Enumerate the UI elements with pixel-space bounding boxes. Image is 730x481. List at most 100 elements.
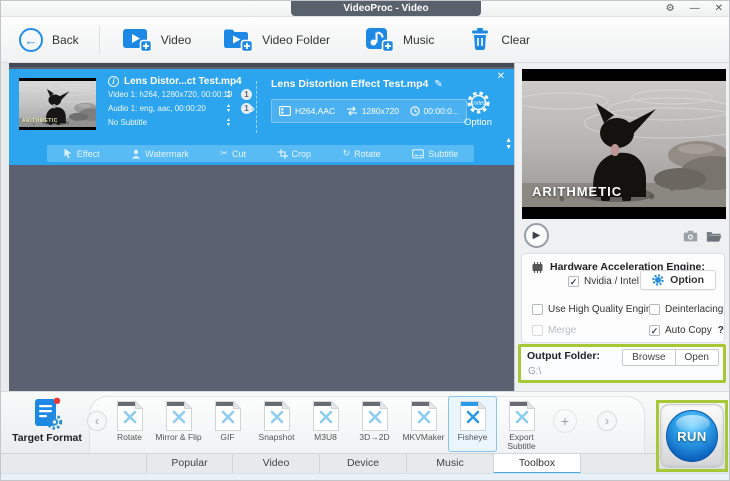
- add-video-folder-button[interactable]: Video Folder: [223, 27, 330, 52]
- tool-snapshot[interactable]: Snapshot: [252, 396, 301, 452]
- effect-button[interactable]: Effect: [63, 148, 100, 159]
- back-button[interactable]: ← Back: [19, 27, 79, 52]
- audio-track-label: Audio 1: eng, aac, 00:00:20: [108, 104, 206, 113]
- open-output-folder-icon[interactable]: [706, 230, 722, 242]
- high-quality-checkbox-box[interactable]: [532, 304, 543, 315]
- browse-button[interactable]: Browse: [623, 350, 676, 365]
- tool-rotate[interactable]: Rotate: [105, 396, 154, 452]
- source-file-name-row: i Lens Distor...ct Test.mp4: [108, 74, 258, 88]
- add-video-label: Video: [160, 32, 192, 47]
- subtitle-track-label: No Subtitle: [108, 118, 148, 127]
- tool-3d-2d[interactable]: 3D→2D: [350, 396, 399, 452]
- auto-copy-checkbox[interactable]: ✓ Auto Copy ?: [649, 325, 724, 336]
- add-music-button[interactable]: Music: [364, 27, 434, 52]
- codec-gear-icon: codec: [467, 91, 489, 114]
- output-folder-section: Output Folder: Browse Open G:\: [518, 344, 726, 383]
- tool-m3u8[interactable]: M3U8: [301, 396, 350, 452]
- titlebar: VideoProc - Video ⚙ — ✕: [1, 1, 729, 17]
- rename-pencil-icon[interactable]: ✎: [434, 79, 442, 90]
- rotate-icon: ↻: [342, 148, 351, 158]
- duration-item: 00:00:0...: [409, 106, 459, 116]
- toolbox-tools: Rotate Mirror & Flip GIF Snapshot M3U8 3…: [105, 396, 546, 452]
- codec-option-label: Option: [464, 117, 492, 128]
- snapshot-camera-icon[interactable]: [683, 230, 698, 242]
- rotate-button[interactable]: ↻ Rotate: [343, 149, 381, 159]
- clear-button[interactable]: Clear: [468, 27, 530, 52]
- app-window: VideoProc - Video ⚙ — ✕ ← Back Video Vid…: [0, 0, 730, 481]
- tab-music[interactable]: Music: [407, 454, 494, 474]
- settings-gear-icon[interactable]: ⚙: [666, 1, 675, 16]
- play-button[interactable]: ▶: [524, 223, 549, 248]
- tool-mkvmaker[interactable]: MKVMaker: [399, 396, 448, 452]
- target-format-button[interactable]: Target Format: [9, 397, 85, 444]
- tool-export-subtitle[interactable]: Export Subtitle: [497, 396, 546, 452]
- window-bottom-edge: [1, 473, 729, 480]
- deinterlacing-checkbox[interactable]: Deinterlacing: [649, 304, 723, 315]
- effect-icon: [63, 148, 73, 159]
- minimize-button[interactable]: —: [690, 1, 700, 16]
- resolution-item: 1280x720: [346, 106, 399, 116]
- source-target-divider: [256, 81, 257, 133]
- tab-popular[interactable]: Popular: [146, 454, 233, 474]
- close-button[interactable]: ✕: [715, 1, 723, 16]
- scissors-icon: ✂: [220, 148, 228, 158]
- watermark-person-icon: [131, 149, 141, 159]
- gpu-vendor-checkbox-box[interactable]: ✓: [568, 276, 579, 287]
- clock-icon: [409, 106, 420, 116]
- trash-icon: [468, 27, 492, 52]
- subtitle-track-stepper[interactable]: ▲ ▼: [226, 118, 231, 128]
- tab-toolbox[interactable]: Toolbox: [494, 454, 581, 474]
- tool-gif[interactable]: GIF: [203, 396, 252, 452]
- open-button[interactable]: Open: [676, 350, 718, 365]
- tab-video[interactable]: Video: [233, 454, 320, 474]
- run-button-highlight: RUN: [656, 400, 728, 472]
- auto-copy-checkbox-box[interactable]: ✓: [649, 325, 660, 336]
- preview-controls: ▶: [522, 223, 726, 251]
- clip-card: ARITHMETIC i Lens Distor...ct Test.mp4 V…: [9, 69, 514, 165]
- tab-device[interactable]: Device: [320, 454, 407, 474]
- run-button[interactable]: RUN: [666, 410, 718, 462]
- main-toolbar: ← Back Video Video Folder Music Clear: [1, 17, 729, 63]
- video-track-stepper[interactable]: ▲ ▼: [226, 90, 231, 100]
- output-folder-label: Output Folder:: [527, 350, 600, 362]
- cut-button[interactable]: ✂ Cut: [220, 149, 246, 159]
- chevron-right-icon: ›: [250, 100, 255, 117]
- subtitle-button[interactable]: Subtitle: [412, 149, 458, 159]
- scroll-tools-right-button[interactable]: ›: [597, 411, 617, 431]
- tool-fisheye[interactable]: Fisheye: [448, 396, 497, 452]
- run-button-bezel: RUN: [660, 404, 724, 468]
- clip-reorder-stepper[interactable]: ▲ ▼: [505, 137, 512, 151]
- window-title: VideoProc - Video: [291, 1, 481, 16]
- video-preview: ARITHMETIC: [515, 69, 729, 219]
- add-music-label: Music: [403, 32, 435, 47]
- window-controls: ⚙ — ✕: [666, 1, 723, 16]
- toolbox-bar: Target Format ‹ Rotate Mirror & Flip GIF…: [1, 391, 729, 454]
- auto-copy-help-icon[interactable]: ?: [718, 325, 724, 336]
- codec-option-button[interactable]: codec Option: [454, 89, 502, 128]
- crop-button[interactable]: Crop: [277, 148, 311, 159]
- info-icon[interactable]: i: [108, 75, 119, 87]
- remove-clip-button[interactable]: ✕: [497, 71, 505, 82]
- subtitle-icon: [412, 148, 425, 159]
- clip-thumbnail[interactable]: ARITHMETIC: [19, 78, 96, 130]
- video-track-label: Video 1: h264, 1280x720, 00:00:19: [108, 90, 233, 99]
- merge-checkbox: Merge: [532, 325, 576, 336]
- watermark-button[interactable]: Watermark: [131, 149, 189, 159]
- high-quality-checkbox[interactable]: Use High Quality Engine: [532, 304, 657, 315]
- film-icon: [279, 106, 291, 116]
- add-tool-button[interactable]: +: [553, 409, 577, 433]
- video-track-count-badge: 1: [241, 89, 252, 100]
- hw-option-button[interactable]: Option: [640, 270, 716, 290]
- add-video-folder-label: Video Folder: [262, 32, 330, 47]
- clip-edit-toolbar: Effect Watermark ✂ Cut Crop ↻ Rotate Sub…: [47, 145, 474, 162]
- audio-track-stepper[interactable]: ▲ ▼: [226, 104, 231, 114]
- tool-mirror-flip[interactable]: Mirror & Flip: [154, 396, 203, 452]
- source-file-name: Lens Distor...ct Test.mp4: [124, 75, 242, 87]
- scroll-tools-left-button[interactable]: ‹: [87, 411, 107, 431]
- category-tabbar: Popular Video Device Music Toolbox: [1, 453, 729, 474]
- resolution-icon: [346, 106, 357, 116]
- thumbnail-overlay-text: ARITHMETIC: [22, 118, 58, 124]
- deinterlacing-checkbox-box[interactable]: [649, 304, 660, 315]
- add-video-button[interactable]: Video: [122, 27, 191, 52]
- subtitle-track-row: No Subtitle ▲ ▼: [108, 116, 258, 130]
